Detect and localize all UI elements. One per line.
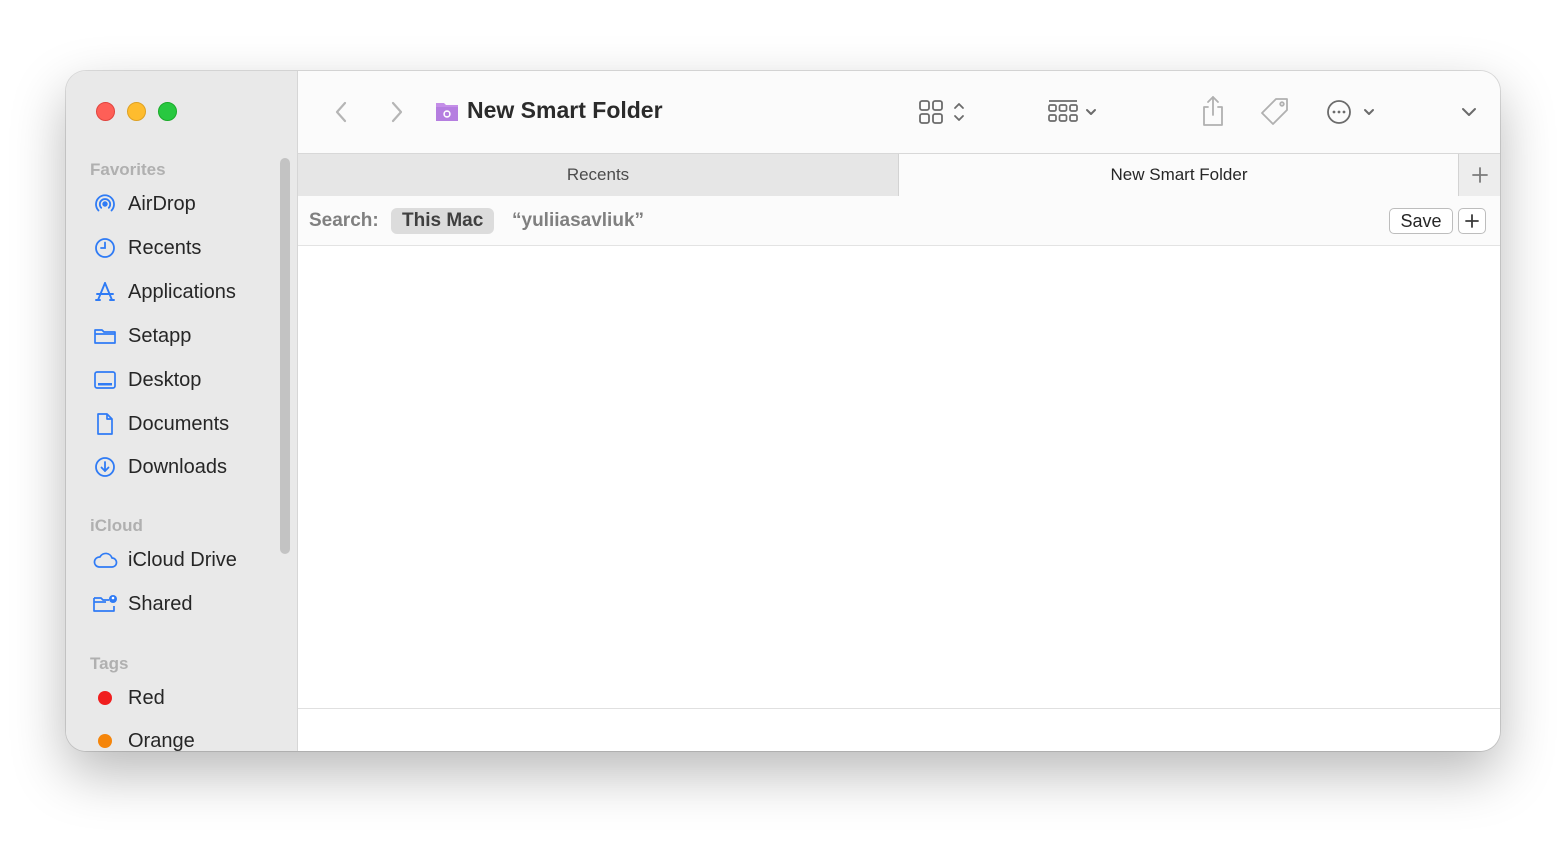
toolbar-overflow-button[interactable]: [1454, 97, 1484, 127]
clock-icon: [92, 235, 118, 261]
status-bar: [298, 708, 1500, 751]
sidebar-item-label: Setapp: [128, 324, 192, 347]
tag-icon: [1261, 98, 1288, 125]
forward-button[interactable]: [380, 97, 414, 127]
sidebar-item-airdrop[interactable]: AirDrop: [92, 189, 282, 219]
chevron-left-icon: [335, 101, 347, 123]
sidebar-item-recents[interactable]: Recents: [92, 233, 282, 263]
plus-icon: [1472, 167, 1488, 183]
close-window-button[interactable]: [96, 102, 115, 121]
tab-label: New Smart Folder: [1110, 165, 1248, 184]
sidebar-item-applications[interactable]: Applications: [92, 277, 282, 307]
scope-this-mac-button[interactable]: This Mac: [391, 208, 495, 234]
sidebar-item-label: Orange: [128, 729, 195, 752]
minimize-window-button[interactable]: [127, 102, 146, 121]
sidebar-item-shared[interactable]: Shared: [92, 589, 282, 619]
tab-bar: Recents New Smart Folder: [298, 153, 1500, 196]
sidebar-item-label: Desktop: [128, 368, 202, 391]
sidebar-section-favorites: Favorites: [90, 160, 166, 179]
group-by-button[interactable]: [1042, 95, 1104, 129]
icon-grid-icon: [919, 100, 964, 124]
sidebar-item-label: Red: [128, 686, 165, 709]
tab-label: Recents: [566, 165, 630, 184]
sidebar-item-label: Recents: [128, 236, 202, 259]
sidebar: Favorites AirDrop Recents Applications S…: [66, 71, 298, 751]
red-tag-dot-icon: [92, 685, 118, 711]
toolbar: New Smart Folder: [298, 71, 1500, 153]
chevron-down-icon: [1462, 108, 1476, 116]
sidebar-item-label: Shared: [128, 592, 193, 615]
share-icon: [1203, 96, 1223, 126]
sidebar-item-setapp[interactable]: Setapp: [92, 321, 282, 351]
plus-icon: [1465, 214, 1479, 228]
sidebar-item-label: Applications: [128, 280, 236, 303]
results-area[interactable]: [298, 246, 1500, 708]
orange-tag-dot-icon: [92, 728, 118, 751]
chevron-right-icon: [391, 101, 403, 123]
download-icon: [92, 454, 118, 480]
airdrop-icon: [92, 191, 118, 217]
search-scope-bar: Search: This Mac “yuliiasavliuk” Save: [298, 196, 1500, 246]
document-icon: [92, 411, 118, 437]
cloud-icon: [92, 547, 118, 573]
sidebar-item-label: AirDrop: [128, 192, 196, 215]
zoom-window-button[interactable]: [158, 102, 177, 121]
back-button[interactable]: [324, 97, 358, 127]
sidebar-scrollbar[interactable]: [280, 158, 290, 554]
scope-user-folder-button[interactable]: “yuliiasavliuk”: [512, 210, 644, 232]
share-button[interactable]: [1194, 93, 1232, 129]
window-title: New Smart Folder: [467, 97, 663, 123]
desktop-icon: [92, 367, 118, 393]
sidebar-item-label: iCloud Drive: [128, 548, 237, 571]
group-grid-icon: [1048, 100, 1096, 122]
sidebar-item-tag-red[interactable]: Red: [92, 683, 282, 713]
sidebar-item-downloads[interactable]: Downloads: [92, 452, 282, 482]
sidebar-item-documents[interactable]: Documents: [92, 409, 282, 439]
save-search-button[interactable]: Save: [1389, 208, 1453, 234]
sidebar-item-icloud-drive[interactable]: iCloud Drive: [92, 545, 282, 575]
tab-recents[interactable]: Recents: [298, 154, 898, 196]
sidebar-item-desktop[interactable]: Desktop: [92, 365, 282, 395]
view-mode-button[interactable]: [912, 95, 974, 129]
smart-folder-icon: [436, 103, 458, 121]
sidebar-item-label: Downloads: [128, 455, 227, 478]
new-tab-button[interactable]: [1458, 154, 1500, 196]
finder-window: Favorites AirDrop Recents Applications S…: [66, 71, 1500, 751]
folder-icon: [92, 323, 118, 349]
sidebar-section-tags: Tags: [90, 654, 129, 673]
tag-button[interactable]: [1256, 93, 1294, 129]
add-criteria-button[interactable]: [1458, 208, 1486, 234]
sidebar-item-tag-orange[interactable]: Orange: [92, 726, 282, 751]
ellipsis-circle-icon: [1327, 100, 1374, 124]
search-label: Search:: [309, 210, 379, 231]
sidebar-section-icloud: iCloud: [90, 516, 143, 535]
more-actions-button[interactable]: [1322, 95, 1382, 129]
shared-folder-icon: [92, 591, 118, 617]
tab-new-smart-folder[interactable]: New Smart Folder: [898, 154, 1459, 196]
sidebar-item-label: Documents: [128, 412, 230, 435]
applications-icon: [92, 279, 118, 305]
